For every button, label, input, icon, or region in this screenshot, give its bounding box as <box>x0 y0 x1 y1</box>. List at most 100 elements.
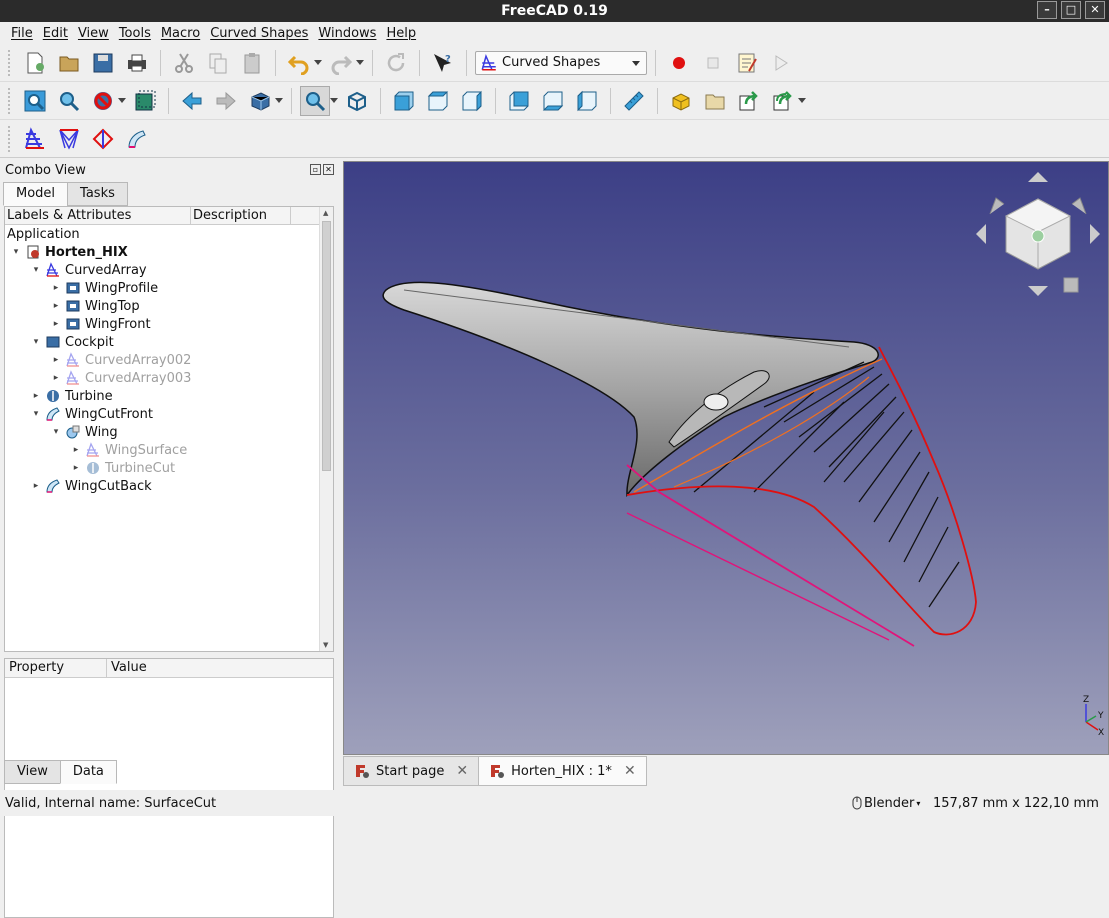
zoom-menu-button[interactable] <box>300 85 330 116</box>
scrollbar-thumb[interactable] <box>322 221 331 471</box>
view-front-button[interactable] <box>389 86 419 116</box>
tree-item[interactable]: ▸ CurvedArray003 <box>51 369 191 387</box>
scroll-up-icon[interactable]: ▲ <box>323 209 328 217</box>
cut-button[interactable] <box>169 48 199 78</box>
view-left-button[interactable] <box>572 86 602 116</box>
collapsed-arrow-icon[interactable]: ▸ <box>71 463 81 473</box>
chevron-down-icon[interactable] <box>314 60 322 65</box>
menu-edit[interactable]: Edit <box>38 26 73 41</box>
tab-model[interactable]: Model <box>3 182 69 206</box>
view-isometric-button[interactable] <box>342 86 372 116</box>
fit-selection-button[interactable] <box>54 86 84 116</box>
collapsed-arrow-icon[interactable]: ▸ <box>51 301 61 311</box>
tab-view[interactable]: View <box>4 760 61 784</box>
tab-tasks[interactable]: Tasks <box>67 182 128 206</box>
interpolated-middle-button[interactable] <box>54 124 84 154</box>
create-part-button[interactable] <box>666 86 696 116</box>
expanded-arrow-icon[interactable]: ▾ <box>11 247 21 257</box>
tree-item[interactable]: ▸ WingCutBack <box>31 477 152 495</box>
tree-item[interactable]: ▸ WingTop <box>51 297 140 315</box>
redo-button[interactable] <box>326 48 356 78</box>
expanded-arrow-icon[interactable]: ▾ <box>51 427 61 437</box>
tree-item[interactable]: ▸ TurbineCut <box>71 459 175 477</box>
3d-viewport[interactable]: Z X Y <box>343 161 1109 755</box>
new-document-button[interactable] <box>20 48 50 78</box>
refresh-button[interactable] <box>381 48 411 78</box>
float-panel-icon[interactable]: ▫ <box>310 164 321 175</box>
surface-cut-button[interactable] <box>122 124 152 154</box>
tab-horten-hix[interactable]: Horten_HIX : 1* ✕ <box>478 756 647 786</box>
column-description[interactable]: Description <box>191 207 291 224</box>
toolbar-grip[interactable] <box>8 87 12 114</box>
curved-array-button[interactable] <box>20 124 50 154</box>
std-views-button[interactable] <box>245 86 275 116</box>
close-window-button[interactable]: ✕ <box>1085 1 1105 19</box>
toolbar-grip[interactable] <box>8 49 12 76</box>
close-tab-icon[interactable]: ✕ <box>624 763 636 779</box>
close-panel-icon[interactable]: ✕ <box>323 164 334 175</box>
minimize-button[interactable]: – <box>1037 1 1057 19</box>
expanded-arrow-icon[interactable]: ▾ <box>31 265 41 275</box>
chevron-down-icon[interactable] <box>356 60 364 65</box>
expanded-arrow-icon[interactable]: ▾ <box>31 409 41 419</box>
menu-help[interactable]: Help <box>381 26 421 41</box>
draw-style-button[interactable] <box>88 86 118 116</box>
tree-item[interactable]: ▾ Cockpit <box>31 333 114 351</box>
tree-item[interactable]: ▾ WingCutFront <box>31 405 153 423</box>
tree-item[interactable]: ▸ Turbine <box>31 387 113 405</box>
chevron-down-icon[interactable] <box>798 98 806 103</box>
collapsed-arrow-icon[interactable]: ▸ <box>51 355 61 365</box>
tree-item[interactable]: ▸ WingFront <box>51 315 151 333</box>
undo-button[interactable] <box>284 48 314 78</box>
bounding-box-button[interactable] <box>130 86 160 116</box>
create-group-button[interactable] <box>700 86 730 116</box>
tree-item[interactable]: ▾ CurvedArray <box>31 261 147 279</box>
menu-curved-shapes[interactable]: Curved Shapes <box>205 26 313 41</box>
scroll-down-icon[interactable]: ▼ <box>323 641 328 649</box>
chevron-down-icon[interactable] <box>330 98 338 103</box>
fit-all-button[interactable] <box>20 86 50 116</box>
paste-button[interactable] <box>237 48 267 78</box>
run-macro-button[interactable] <box>766 48 796 78</box>
back-button[interactable] <box>177 86 207 116</box>
macros-button[interactable] <box>732 48 762 78</box>
menu-view[interactable]: View <box>73 26 114 41</box>
collapsed-arrow-icon[interactable]: ▸ <box>51 283 61 293</box>
navigation-cube[interactable] <box>976 172 1100 296</box>
property-editor[interactable]: Property Value <box>4 658 334 918</box>
measure-distance-button[interactable] <box>619 86 649 116</box>
record-macro-button[interactable] <box>664 48 694 78</box>
whats-this-button[interactable]: ? <box>428 48 458 78</box>
forward-button[interactable] <box>211 86 241 116</box>
column-property[interactable]: Property <box>5 659 107 677</box>
stop-macro-button[interactable] <box>698 48 728 78</box>
chevron-down-icon[interactable] <box>118 98 126 103</box>
navigation-style-selector[interactable]: Blender ▾ <box>852 796 920 811</box>
save-button[interactable] <box>88 48 118 78</box>
chevron-down-icon[interactable] <box>275 98 283 103</box>
view-top-button[interactable] <box>423 86 453 116</box>
toolbar-grip[interactable] <box>8 125 12 152</box>
tree-item[interactable]: ▾ Horten_HIX <box>11 243 128 261</box>
tree-scrollbar[interactable]: ▲ ▼ <box>319 207 333 651</box>
model-tree[interactable]: Labels & Attributes Description Applicat… <box>4 206 334 652</box>
view-bottom-button[interactable] <box>538 86 568 116</box>
tree-item[interactable]: ▸ CurvedArray002 <box>51 351 191 369</box>
menu-windows[interactable]: Windows <box>313 26 381 41</box>
column-labels-attributes[interactable]: Labels & Attributes <box>5 207 191 224</box>
collapsed-arrow-icon[interactable]: ▸ <box>51 319 61 329</box>
curved-segment-button[interactable] <box>88 124 118 154</box>
menu-tools[interactable]: Tools <box>114 26 156 41</box>
create-link-button[interactable] <box>734 86 764 116</box>
open-button[interactable] <box>54 48 84 78</box>
close-tab-icon[interactable]: ✕ <box>456 763 468 779</box>
collapsed-arrow-icon[interactable]: ▸ <box>31 391 41 401</box>
tab-data[interactable]: Data <box>59 760 117 784</box>
tree-item[interactable]: ▾ Wing <box>51 423 118 441</box>
view-right-button[interactable] <box>457 86 487 116</box>
tab-start-page[interactable]: Start page ✕ <box>343 756 480 786</box>
collapsed-arrow-icon[interactable]: ▸ <box>71 445 81 455</box>
maximize-button[interactable]: □ <box>1061 1 1081 19</box>
collapsed-arrow-icon[interactable]: ▸ <box>31 481 41 491</box>
expanded-arrow-icon[interactable]: ▾ <box>31 337 41 347</box>
